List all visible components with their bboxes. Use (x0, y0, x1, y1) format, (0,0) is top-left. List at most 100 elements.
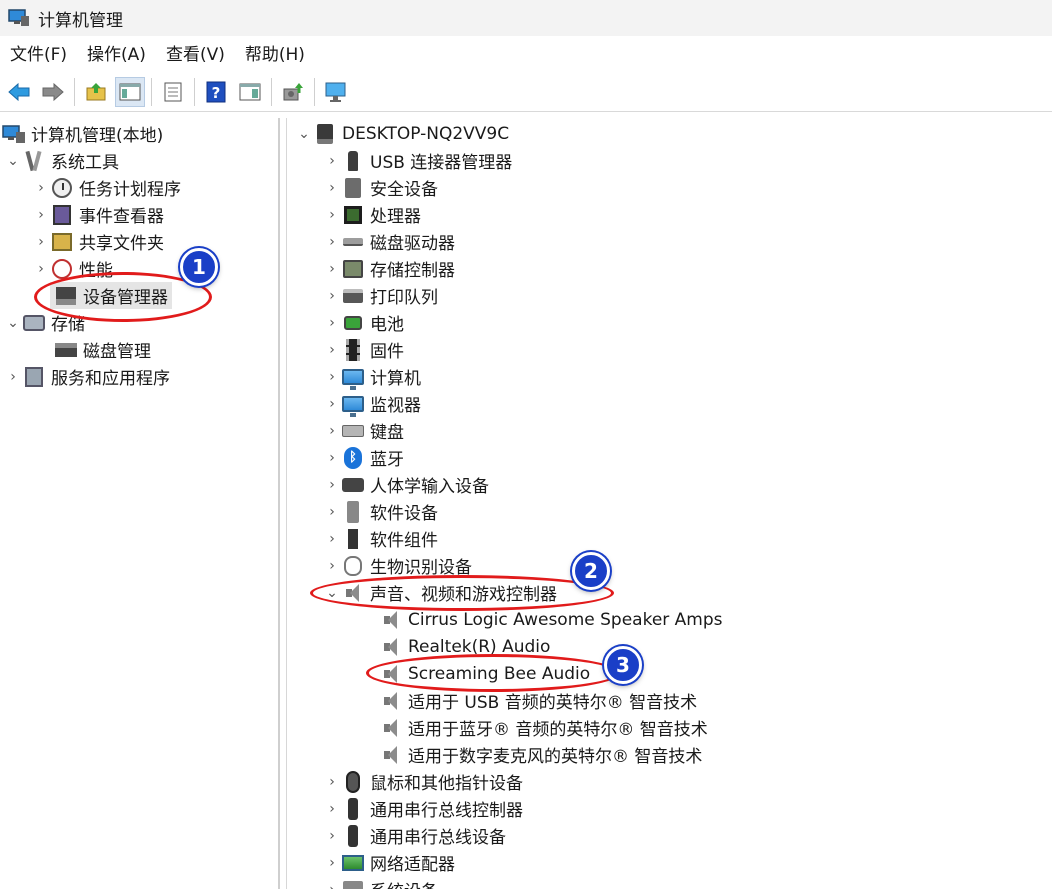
help-button[interactable]: ? (201, 77, 231, 107)
show-hide-console-tree-button[interactable] (115, 76, 145, 107)
scan-hardware-icon (325, 82, 346, 102)
device-category-software-components[interactable]: › 软件组件 (323, 525, 438, 552)
forward-arrow-icon (42, 82, 64, 101)
chevron-right-icon[interactable]: › (323, 471, 341, 498)
chevron-right-icon[interactable]: › (323, 228, 341, 255)
menu-view[interactable]: 查看(V) (156, 38, 235, 72)
chevron-right-icon[interactable]: › (32, 174, 50, 201)
console-tree-icon (119, 83, 141, 100)
device-tree-pane: ⌄ DESKTOP-NQ2VV9C › USB 连接器管理器 › 安全设备 › … (286, 118, 1052, 889)
tree-item-disk-management[interactable]: 磁盘管理 (54, 336, 151, 363)
device-category-label: 电池 (370, 315, 404, 335)
chevron-right-icon[interactable]: › (4, 363, 22, 390)
device-category-print-queues[interactable]: › 打印队列 (323, 282, 438, 309)
tree-item-system-tools[interactable]: ⌄ 系统工具 (4, 147, 119, 174)
chevron-right-icon[interactable]: › (323, 390, 341, 417)
printer-icon (341, 285, 365, 307)
tree-item-task-scheduler[interactable]: › 任务计划程序 (32, 174, 181, 201)
chevron-right-icon[interactable]: › (323, 444, 341, 471)
back-button[interactable] (4, 77, 34, 107)
device-category-mice[interactable]: › 鼠标和其他指针设备 (323, 768, 523, 795)
device-category-computer[interactable]: › 计算机 (323, 363, 421, 390)
device-category-label: 处理器 (370, 207, 421, 227)
audio-device-intel-bluetooth[interactable]: 适用于蓝牙® 音频的英特尔® 智音技术 (379, 714, 708, 741)
device-category-label: 计算机 (370, 369, 421, 389)
device-category-processors[interactable]: › 处理器 (323, 201, 421, 228)
chevron-right-icon[interactable]: › (323, 417, 341, 444)
forward-button[interactable] (38, 77, 68, 107)
chevron-right-icon[interactable]: › (323, 849, 341, 876)
menu-help[interactable]: 帮助(H) (235, 38, 315, 72)
chevron-right-icon[interactable]: › (323, 876, 341, 889)
device-category-storage-controllers[interactable]: › 存储控制器 (323, 255, 455, 282)
menu-action[interactable]: 操作(A) (77, 38, 156, 72)
tree-item-services-and-applications[interactable]: › 服务和应用程序 (4, 363, 170, 390)
tree-item-shared-folders[interactable]: › 共享文件夹 (32, 228, 164, 255)
chevron-down-icon[interactable]: ⌄ (295, 120, 313, 147)
chevron-right-icon[interactable]: › (323, 525, 341, 552)
update-driver-button[interactable] (278, 77, 308, 107)
device-category-software-devices[interactable]: › 软件设备 (323, 498, 438, 525)
chevron-down-icon[interactable]: ⌄ (4, 147, 22, 174)
device-category-system-devices[interactable]: › 系统设备 (323, 876, 438, 889)
properties-button[interactable] (158, 77, 188, 107)
show-action-pane-button[interactable] (235, 77, 265, 107)
fingerprint-icon (341, 555, 365, 577)
device-tree-host[interactable]: ⌄ DESKTOP-NQ2VV9C (295, 120, 509, 147)
chevron-right-icon[interactable]: › (323, 822, 341, 849)
chevron-right-icon[interactable]: › (323, 282, 341, 309)
device-category-human-interface-devices[interactable]: › 人体学输入设备 (323, 471, 489, 498)
chevron-right-icon[interactable]: › (323, 255, 341, 282)
speaker-icon (379, 636, 403, 658)
menu-file[interactable]: 文件(F) (0, 38, 77, 72)
device-category-usb-devices[interactable]: › 通用串行总线设备 (323, 822, 506, 849)
audio-device-label: Cirrus Logic Awesome Speaker Amps (408, 609, 723, 630)
chevron-right-icon[interactable]: › (323, 498, 341, 525)
chevron-right-icon[interactable]: › (323, 552, 341, 579)
chevron-right-icon[interactable]: › (323, 768, 341, 795)
device-category-firmware[interactable]: › 固件 (323, 336, 404, 363)
toolbar-separator (271, 77, 272, 106)
computer-management-icon (2, 123, 26, 145)
clock-icon (50, 177, 74, 199)
tree-item-label: 任务计划程序 (79, 180, 181, 200)
system-device-icon (341, 879, 365, 889)
chevron-right-icon[interactable]: › (323, 147, 341, 174)
device-category-disk-drives[interactable]: › 磁盘驱动器 (323, 228, 455, 255)
chevron-right-icon[interactable]: › (323, 201, 341, 228)
tree-item-computer-management-local[interactable]: 计算机管理(本地) (2, 120, 163, 147)
device-category-bluetooth[interactable]: › ᛒ 蓝牙 (323, 444, 404, 471)
chevron-right-icon[interactable]: › (323, 363, 341, 390)
device-category-batteries[interactable]: › 电池 (323, 309, 404, 336)
device-category-label: USB 连接器管理器 (370, 153, 513, 173)
audio-device-label: 适用于 USB 音频的英特尔® 智音技术 (408, 693, 698, 713)
device-category-label: 网络适配器 (370, 855, 455, 875)
device-category-label: 软件设备 (370, 504, 438, 524)
device-category-usb-connector-manager[interactable]: › USB 连接器管理器 (323, 147, 512, 174)
chevron-right-icon[interactable]: › (323, 336, 341, 363)
device-category-keyboards[interactable]: › 键盘 (323, 417, 404, 444)
chevron-down-icon[interactable]: ⌄ (4, 309, 22, 336)
up-level-button[interactable] (81, 77, 111, 107)
audio-device-intel-usb[interactable]: 适用于 USB 音频的英特尔® 智音技术 (379, 687, 697, 714)
chevron-right-icon[interactable]: › (32, 228, 50, 255)
chevron-right-icon[interactable]: › (323, 795, 341, 822)
chevron-right-icon[interactable]: › (32, 255, 50, 282)
scan-hardware-button[interactable] (321, 77, 351, 107)
annotation-ring-screaming-bee (366, 654, 620, 692)
audio-device-intel-digital-mic[interactable]: 适用于数字麦克风的英特尔® 智音技术 (379, 741, 702, 768)
device-category-monitors[interactable]: › 监视器 (323, 390, 421, 417)
device-category-security-devices[interactable]: › 安全设备 (323, 174, 438, 201)
device-category-usb-controllers[interactable]: › 通用串行总线控制器 (323, 795, 523, 822)
software-device-icon (341, 500, 365, 523)
properties-icon (164, 82, 182, 101)
menu-bar: 文件(F) 操作(A) 查看(V) 帮助(H) (0, 38, 1052, 72)
host-name: DESKTOP-NQ2VV9C (342, 123, 510, 144)
chevron-right-icon[interactable]: › (32, 201, 50, 228)
tree-item-label: 计算机管理(本地) (31, 126, 164, 146)
chevron-right-icon[interactable]: › (323, 309, 341, 336)
computer-management-icon (8, 8, 30, 28)
chevron-right-icon[interactable]: › (323, 174, 341, 201)
device-category-network-adapters[interactable]: › 网络适配器 (323, 849, 455, 876)
tree-item-event-viewer[interactable]: › 事件查看器 (32, 201, 164, 228)
